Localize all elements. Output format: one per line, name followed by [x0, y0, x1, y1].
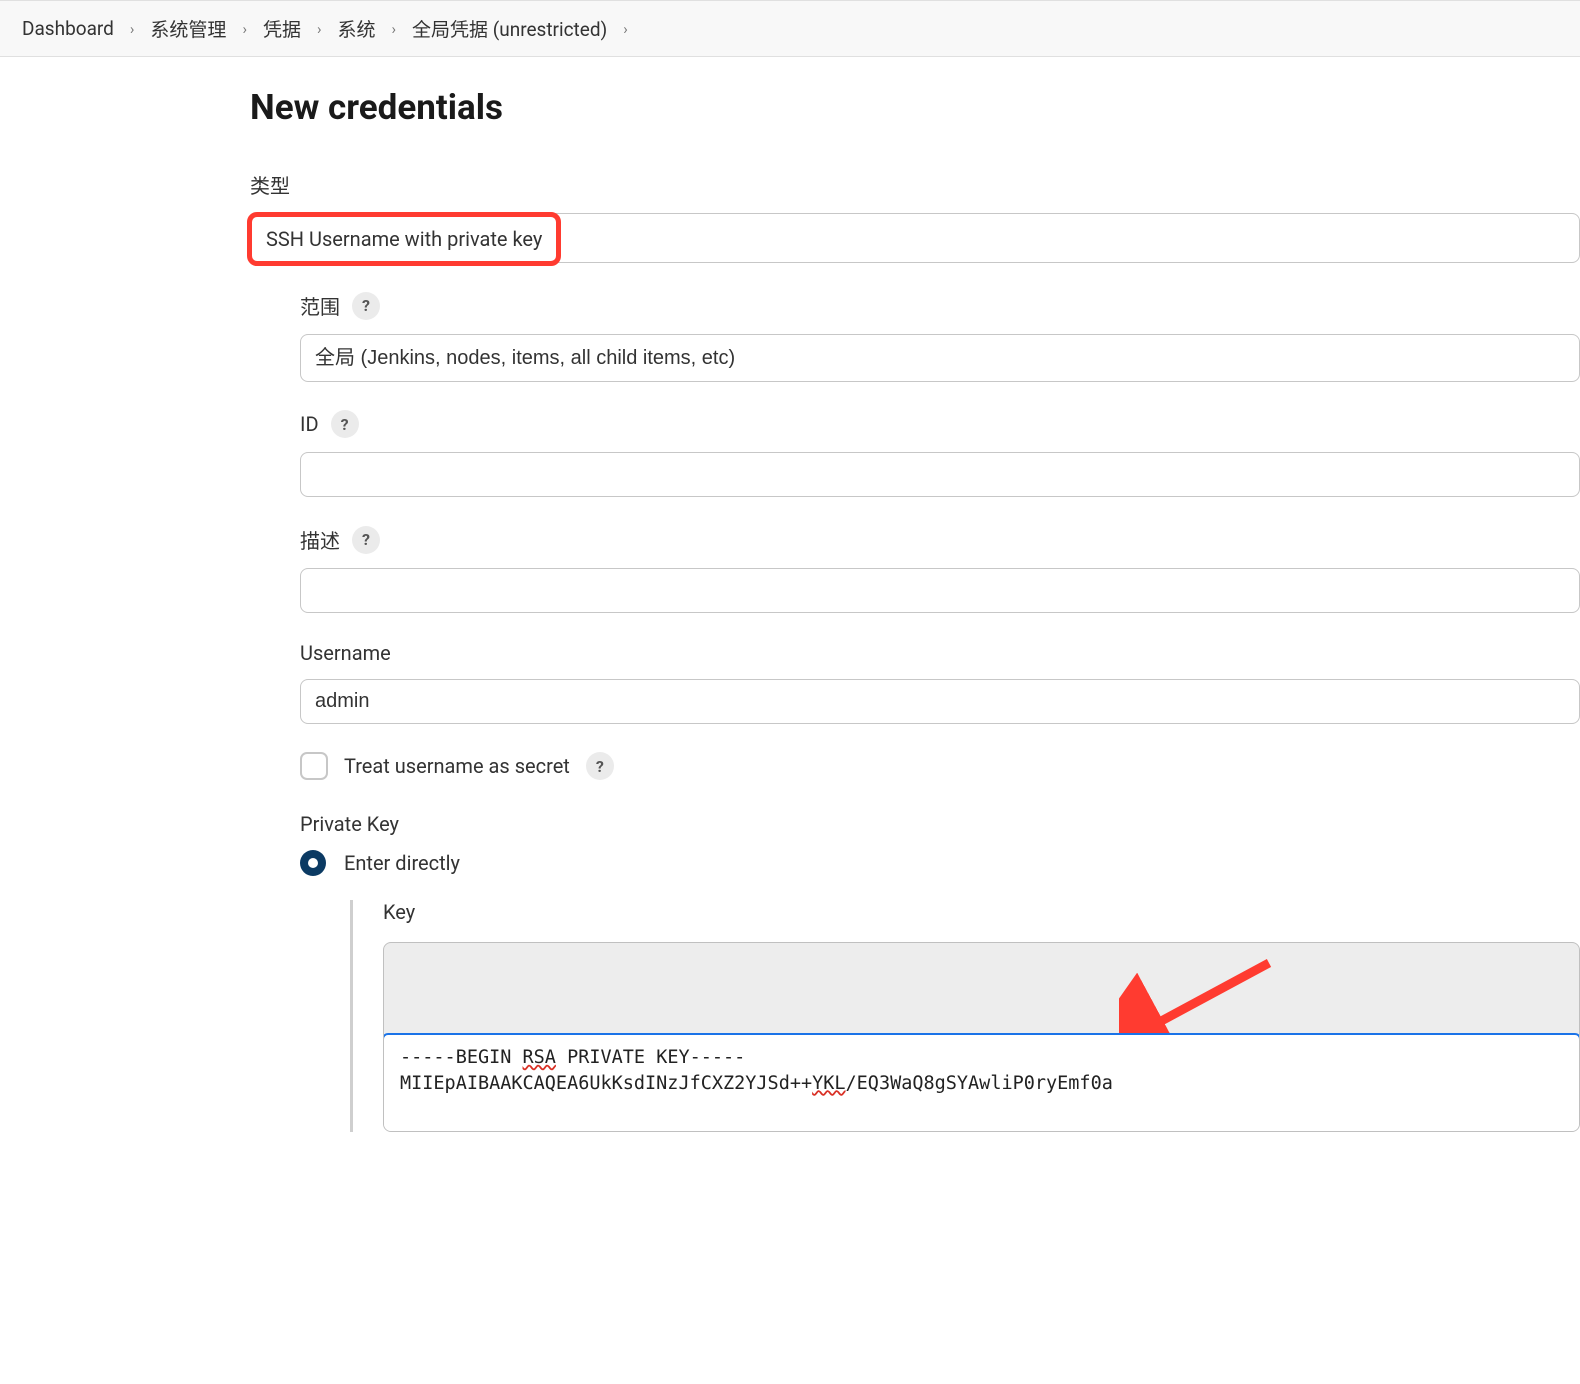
radio-inner: [308, 858, 318, 868]
id-label: ID: [300, 412, 319, 436]
field-id: ID ?: [300, 410, 1580, 497]
field-type: 类型 SSH Username with private key: [250, 170, 1580, 263]
chevron-right-icon: ›: [392, 20, 397, 38]
chevron-right-icon: ›: [623, 20, 628, 38]
help-icon[interactable]: ?: [352, 526, 380, 554]
breadcrumb-dashboard[interactable]: Dashboard: [22, 17, 114, 40]
type-select[interactable]: SSH Username with private key: [250, 213, 1580, 263]
breadcrumb-system[interactable]: 系统: [337, 15, 375, 42]
scope-select[interactable]: 全局 (Jenkins, nodes, items, all child ite…: [300, 334, 1580, 382]
content: New credentials 类型 SSH Username with pri…: [0, 57, 1580, 1200]
enter-directly-row: Enter directly: [300, 850, 1580, 876]
treat-secret-row: Treat username as secret ?: [300, 752, 1580, 780]
enter-directly-radio[interactable]: [300, 850, 326, 876]
chevron-right-icon: ›: [130, 20, 135, 38]
username-input[interactable]: [300, 679, 1580, 724]
field-private-key: Private Key Enter directly Key -----BEGI…: [300, 812, 1580, 1132]
page-title: New credentials: [250, 87, 1580, 128]
field-description: 描述 ?: [300, 525, 1580, 613]
help-icon[interactable]: ?: [352, 292, 380, 320]
breadcrumb-bar: Dashboard › 系统管理 › 凭据 › 系统 › 全局凭据 (unres…: [0, 0, 1580, 57]
help-icon[interactable]: ?: [331, 410, 359, 438]
type-label: 类型: [250, 170, 290, 199]
key-textarea[interactable]: -----BEGIN RSA PRIVATE KEY-----MIIEpAIBA…: [383, 1033, 1580, 1132]
chevron-right-icon: ›: [317, 20, 322, 38]
field-scope: 范围 ? 全局 (Jenkins, nodes, items, all chil…: [300, 291, 1580, 382]
breadcrumb-credentials[interactable]: 凭据: [263, 15, 301, 42]
treat-secret-label: Treat username as secret: [344, 754, 570, 778]
id-input[interactable]: [300, 452, 1580, 497]
chevron-right-icon: ›: [242, 20, 247, 38]
help-icon[interactable]: ?: [586, 752, 614, 780]
field-username: Username: [300, 641, 1580, 724]
scope-label: 范围: [300, 291, 340, 320]
description-input[interactable]: [300, 568, 1580, 613]
breadcrumb-global-unrestricted[interactable]: 全局凭据 (unrestricted): [412, 15, 607, 42]
username-label: Username: [300, 641, 391, 665]
key-section: Key -----BEGIN RSA PRIVATE KEY-----MIIEp…: [350, 900, 1580, 1132]
private-key-label: Private Key: [300, 812, 399, 836]
key-label: Key: [383, 900, 1580, 924]
enter-directly-label: Enter directly: [344, 851, 460, 875]
type-selected-value: SSH Username with private key: [247, 212, 561, 266]
breadcrumb: Dashboard › 系统管理 › 凭据 › 系统 › 全局凭据 (unres…: [22, 15, 1558, 42]
treat-secret-checkbox[interactable]: [300, 752, 328, 780]
breadcrumb-system-manage[interactable]: 系统管理: [150, 15, 226, 42]
key-area: -----BEGIN RSA PRIVATE KEY-----MIIEpAIBA…: [383, 942, 1580, 1132]
description-label: 描述: [300, 525, 340, 554]
